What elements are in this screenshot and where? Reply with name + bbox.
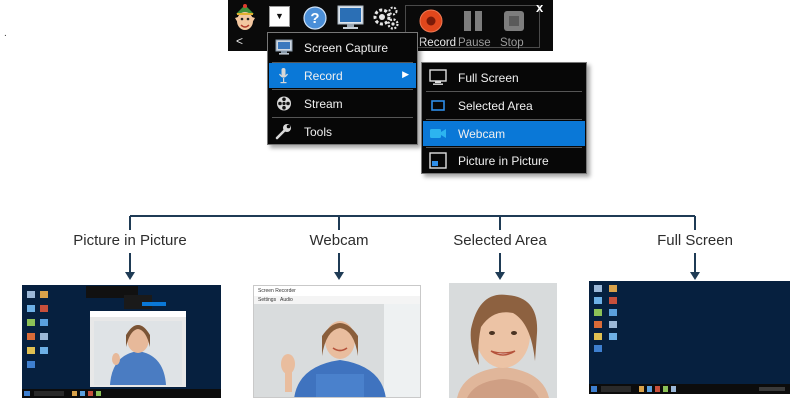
submenu-item-picture-in-picture[interactable]: Picture in Picture: [423, 148, 585, 173]
settings-gears-icon[interactable]: [373, 6, 399, 30]
main-dropdown-menu: Screen Capture Record ▶ Stream Tools: [267, 32, 418, 145]
menu-divider: [426, 119, 582, 120]
close-button[interactable]: x: [536, 0, 543, 15]
selected-area-icon: [431, 100, 445, 111]
picture-in-picture-icon: [429, 152, 447, 169]
microphone-icon: [278, 68, 289, 84]
menu-item-tools[interactable]: Tools: [269, 119, 416, 144]
submenu-arrow-icon: ▶: [402, 69, 409, 79]
svg-text:?: ?: [310, 10, 319, 27]
stop-label: Stop: [500, 37, 524, 49]
selected-area-photo: [449, 283, 557, 398]
help-icon[interactable]: ?: [303, 6, 327, 30]
wrench-icon: [275, 124, 291, 140]
menu-item-label: Tools: [304, 125, 333, 139]
pip-desktop-screenshot: [22, 285, 221, 398]
dropdown-button[interactable]: ▼: [269, 6, 290, 27]
monitor-icon[interactable]: [337, 5, 364, 31]
thumbnail-selected-area: [449, 283, 557, 398]
menu-item-label: Picture in Picture: [458, 154, 549, 168]
record-submenu: Full Screen Selected Area Webcam Picture…: [421, 62, 587, 174]
webcam-window-title: Screen Recorder: [258, 288, 296, 294]
label-webcam: Webcam: [309, 232, 369, 249]
menu-item-label: Webcam: [458, 127, 506, 141]
menu-item-label: Record: [304, 69, 343, 83]
label-full-screen: Full Screen: [657, 232, 733, 249]
webcam-icon: [430, 129, 446, 138]
menu-item-record[interactable]: Record ▶: [269, 63, 416, 88]
stream-reel-icon: [277, 96, 291, 111]
recording-modes-diagram: Picture in Picture Webcam Selected Area …: [0, 200, 800, 290]
stop-icon[interactable]: [502, 9, 526, 33]
thumbnail-webcam: Screen Recorder Settings Audio: [253, 285, 421, 398]
menu-item-label: Screen Capture: [304, 41, 389, 55]
record-label: Record: [419, 37, 457, 49]
menu-divider: [426, 91, 582, 92]
menu-item-stream[interactable]: Stream: [269, 91, 416, 116]
webcam-window-titlebar: Screen Recorder: [254, 286, 420, 296]
back-button[interactable]: <: [236, 34, 243, 48]
menu-item-label: Full Screen: [458, 71, 519, 85]
menu-divider: [272, 89, 413, 90]
pause-icon[interactable]: [461, 9, 485, 33]
webcam-menu-audio: Audio: [280, 297, 293, 303]
label-selected-area: Selected Area: [453, 232, 547, 249]
submenu-item-webcam[interactable]: Webcam: [423, 121, 585, 146]
menu-item-label: Selected Area: [458, 99, 533, 113]
menu-divider: [272, 117, 413, 118]
stray-dot: .: [4, 28, 7, 39]
thumbnail-picture-in-picture: [22, 285, 221, 398]
submenu-item-full-screen[interactable]: Full Screen: [423, 65, 585, 90]
record-icon[interactable]: [419, 9, 443, 33]
webcam-photo: [254, 304, 420, 397]
record-controls: Record Pause Stop: [405, 5, 540, 49]
pause-label: Pause: [458, 37, 491, 49]
screen-capture-icon: [275, 39, 293, 55]
menu-item-screen-capture[interactable]: Screen Capture: [269, 35, 416, 60]
label-picture-in-picture: Picture in Picture: [73, 232, 187, 249]
elf-mascot-icon[interactable]: [232, 4, 258, 32]
full-screen-monitor-icon: [429, 69, 447, 85]
webcam-window-menubar: Settings Audio: [254, 296, 420, 304]
thumbnail-full-screen: [589, 281, 790, 394]
submenu-item-selected-area[interactable]: Selected Area: [423, 93, 585, 118]
webcam-menu-settings: Settings: [258, 297, 277, 303]
full-screen-desktop: [589, 281, 790, 394]
menu-item-label: Stream: [304, 97, 343, 111]
